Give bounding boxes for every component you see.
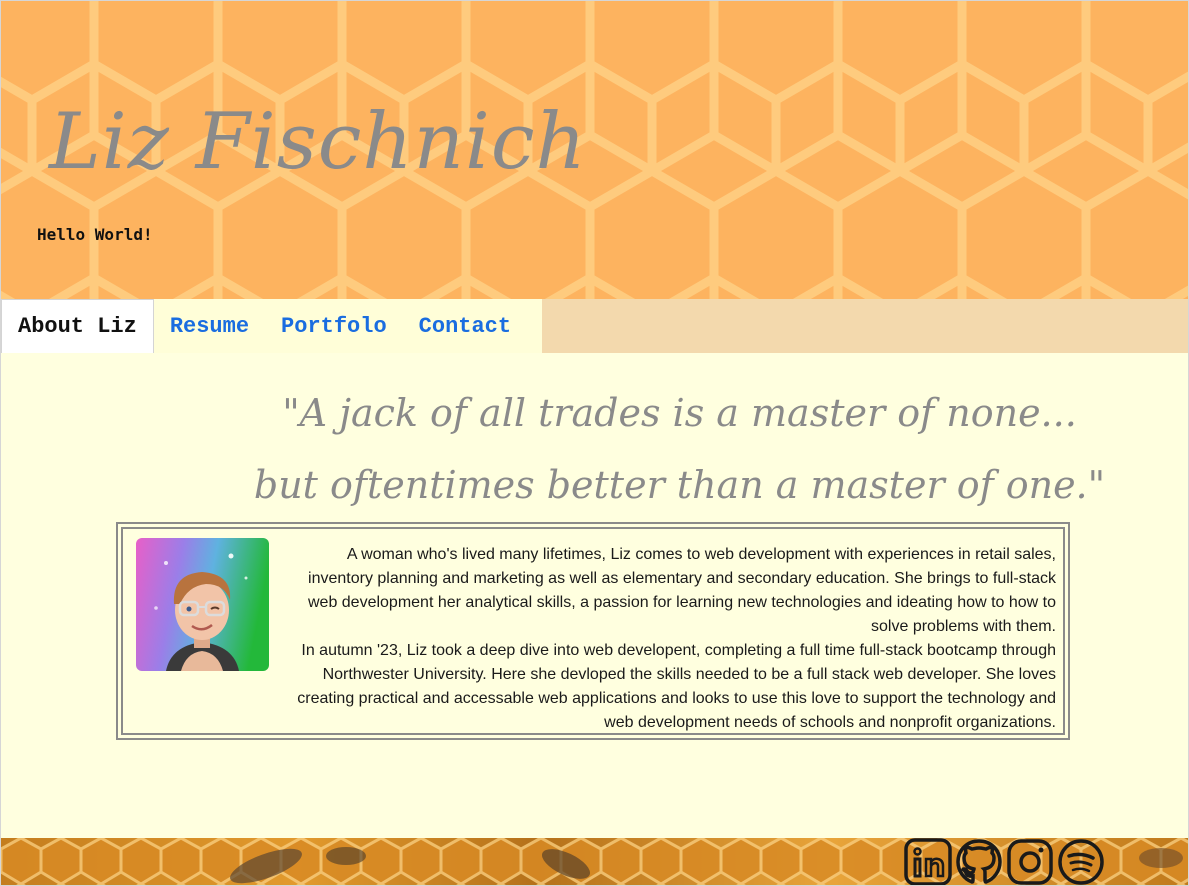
spotify-icon[interactable]	[1057, 838, 1105, 886]
quote-line-2: but oftentimes better than a master of o…	[253, 463, 1106, 507]
site-title: Liz Fischnich	[49, 97, 587, 187]
main-nav: About Liz Resume Portfolo Contact	[1, 299, 1188, 353]
github-icon[interactable]	[955, 838, 1003, 886]
tab-about-liz[interactable]: About Liz	[1, 299, 154, 353]
instagram-icon[interactable]	[1006, 838, 1054, 886]
nav-tabs: About Liz Resume Portfolo Contact	[1, 299, 542, 353]
tab-resume[interactable]: Resume	[154, 299, 265, 353]
bio-text: A woman who's lived many lifetimes, Liz …	[293, 543, 1056, 735]
site-footer	[1, 838, 1188, 886]
quote: "A jack of all trades is a master of non…	[1, 377, 1188, 521]
about-section: "A jack of all trades is a master of non…	[1, 353, 1188, 838]
avatar	[136, 538, 269, 671]
site-header: Liz Fischnich Hello World!	[1, 1, 1188, 299]
bio-paragraph-2: In autumn '23, Liz took a deep dive into…	[297, 642, 1056, 731]
social-links	[904, 838, 1105, 886]
avatar-image	[136, 538, 269, 671]
linkedin-icon[interactable]	[904, 838, 952, 886]
quote-line-1: "A jack of all trades is a master of non…	[282, 391, 1077, 435]
tagline: Hello World!	[37, 225, 153, 244]
tab-portfolio[interactable]: Portfolo	[265, 299, 403, 353]
tab-contact[interactable]: Contact	[403, 299, 527, 353]
bio-paragraph-1: A woman who's lived many lifetimes, Liz …	[307, 546, 1056, 635]
bio-card: A woman who's lived many lifetimes, Liz …	[116, 522, 1070, 740]
page: Liz Fischnich Hello World! About Liz Res…	[0, 0, 1189, 886]
